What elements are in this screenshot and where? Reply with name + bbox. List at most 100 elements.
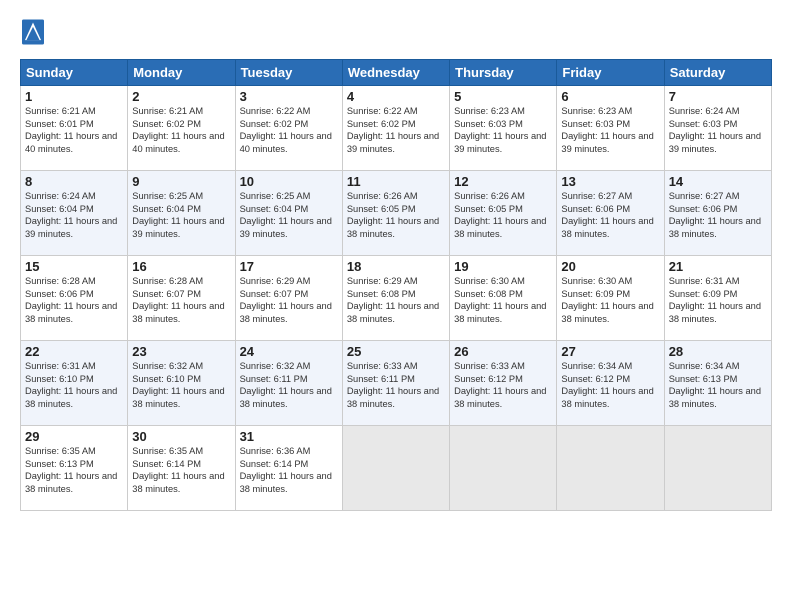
table-row: 26Sunrise: 6:33 AMSunset: 6:12 PMDayligh… [450,341,557,426]
day-info: Sunrise: 6:22 AMSunset: 6:02 PMDaylight:… [347,106,439,154]
table-row: 20Sunrise: 6:30 AMSunset: 6:09 PMDayligh… [557,256,664,341]
day-number: 28 [669,344,767,359]
day-number: 17 [240,259,338,274]
calendar-week-2: 8 Sunrise: 6:24 AMSunset: 6:04 PMDaylight… [21,171,772,256]
day-info: Sunrise: 6:32 AMSunset: 6:10 PMDaylight:… [132,361,224,409]
table-row: 27 Sunrise: 6:34 AMSunset: 6:12 PMDayligh… [557,341,664,426]
day-number: 25 [347,344,445,359]
table-row [664,426,771,511]
day-header-wednesday: Wednesday [342,60,449,86]
table-row: 15Sunrise: 6:28 AMSunset: 6:06 PMDayligh… [21,256,128,341]
day-info: Sunrise: 6:24 AMSunset: 6:03 PMDaylight:… [669,106,761,154]
day-header-tuesday: Tuesday [235,60,342,86]
table-row: 10Sunrise: 6:25 AMSunset: 6:04 PMDayligh… [235,171,342,256]
calendar-week-1: 1 Sunrise: 6:21 AMSunset: 6:01 PMDaylight… [21,86,772,171]
day-info: Sunrise: 6:22 AMSunset: 6:02 PMDaylight:… [240,106,332,154]
page: SundayMondayTuesdayWednesdayThursdayFrid… [0,0,792,612]
table-row: 1 Sunrise: 6:21 AMSunset: 6:01 PMDaylight… [21,86,128,171]
table-row: 22 Sunrise: 6:31 AMSunset: 6:10 PMDayligh… [21,341,128,426]
day-info: Sunrise: 6:26 AMSunset: 6:05 PMDaylight:… [347,191,439,239]
table-row: 2 Sunrise: 6:21 AMSunset: 6:02 PMDaylight… [128,86,235,171]
table-row: 7Sunrise: 6:24 AMSunset: 6:03 PMDaylight… [664,86,771,171]
day-number: 29 [25,429,123,444]
day-info: Sunrise: 6:23 AMSunset: 6:03 PMDaylight:… [454,106,546,154]
day-number: 14 [669,174,767,189]
table-row: 3 Sunrise: 6:22 AMSunset: 6:02 PMDaylight… [235,86,342,171]
table-row [450,426,557,511]
table-row [342,426,449,511]
day-info: Sunrise: 6:28 AMSunset: 6:07 PMDaylight:… [132,276,224,324]
day-info: Sunrise: 6:25 AMSunset: 6:04 PMDaylight:… [132,191,224,239]
table-row: 11 Sunrise: 6:26 AMSunset: 6:05 PMDayligh… [342,171,449,256]
calendar: SundayMondayTuesdayWednesdayThursdayFrid… [20,59,772,511]
day-info: Sunrise: 6:35 AMSunset: 6:14 PMDaylight:… [132,446,224,494]
day-number: 22 [25,344,123,359]
day-info: Sunrise: 6:25 AMSunset: 6:04 PMDaylight:… [240,191,332,239]
day-number: 21 [669,259,767,274]
table-row: 13Sunrise: 6:27 AMSunset: 6:06 PMDayligh… [557,171,664,256]
table-row: 14 Sunrise: 6:27 AMSunset: 6:06 PMDayligh… [664,171,771,256]
day-info: Sunrise: 6:34 AMSunset: 6:12 PMDaylight:… [561,361,653,409]
table-row: 6Sunrise: 6:23 AMSunset: 6:03 PMDaylight… [557,86,664,171]
day-number: 24 [240,344,338,359]
day-header-monday: Monday [128,60,235,86]
day-info: Sunrise: 6:30 AMSunset: 6:08 PMDaylight:… [454,276,546,324]
table-row: 29 Sunrise: 6:35 AMSunset: 6:13 PMDayligh… [21,426,128,511]
table-row: 23 Sunrise: 6:32 AMSunset: 6:10 PMDayligh… [128,341,235,426]
day-info: Sunrise: 6:28 AMSunset: 6:06 PMDaylight:… [25,276,117,324]
day-number: 12 [454,174,552,189]
day-number: 3 [240,89,338,104]
table-row: 31 Sunrise: 6:36 AMSunset: 6:14 PMDayligh… [235,426,342,511]
day-info: Sunrise: 6:21 AMSunset: 6:02 PMDaylight:… [132,106,224,154]
day-info: Sunrise: 6:21 AMSunset: 6:01 PMDaylight:… [25,106,117,154]
day-number: 16 [132,259,230,274]
day-number: 9 [132,174,230,189]
day-info: Sunrise: 6:26 AMSunset: 6:05 PMDaylight:… [454,191,546,239]
day-number: 13 [561,174,659,189]
day-number: 19 [454,259,552,274]
day-info: Sunrise: 6:33 AMSunset: 6:11 PMDaylight:… [347,361,439,409]
day-info: Sunrise: 6:24 AMSunset: 6:04 PMDaylight:… [25,191,117,239]
day-number: 8 [25,174,123,189]
day-header-saturday: Saturday [664,60,771,86]
day-info: Sunrise: 6:35 AMSunset: 6:13 PMDaylight:… [25,446,117,494]
table-row: 25 Sunrise: 6:33 AMSunset: 6:11 PMDayligh… [342,341,449,426]
table-row: 19 Sunrise: 6:30 AMSunset: 6:08 PMDayligh… [450,256,557,341]
day-number: 30 [132,429,230,444]
day-number: 18 [347,259,445,274]
day-number: 1 [25,89,123,104]
day-number: 31 [240,429,338,444]
calendar-week-5: 29 Sunrise: 6:35 AMSunset: 6:13 PMDayligh… [21,426,772,511]
day-info: Sunrise: 6:29 AMSunset: 6:07 PMDaylight:… [240,276,332,324]
table-row [557,426,664,511]
logo [20,18,48,51]
table-row: 21 Sunrise: 6:31 AMSunset: 6:09 PMDayligh… [664,256,771,341]
table-row: 16 Sunrise: 6:28 AMSunset: 6:07 PMDayligh… [128,256,235,341]
day-info: Sunrise: 6:29 AMSunset: 6:08 PMDaylight:… [347,276,439,324]
table-row: 17 Sunrise: 6:29 AMSunset: 6:07 PMDayligh… [235,256,342,341]
day-info: Sunrise: 6:27 AMSunset: 6:06 PMDaylight:… [669,191,761,239]
calendar-body: 1 Sunrise: 6:21 AMSunset: 6:01 PMDaylight… [21,86,772,511]
table-row: 5 Sunrise: 6:23 AMSunset: 6:03 PMDaylight… [450,86,557,171]
day-number: 5 [454,89,552,104]
day-info: Sunrise: 6:33 AMSunset: 6:12 PMDaylight:… [454,361,546,409]
calendar-week-3: 15Sunrise: 6:28 AMSunset: 6:06 PMDayligh… [21,256,772,341]
day-info: Sunrise: 6:31 AMSunset: 6:09 PMDaylight:… [669,276,761,324]
day-number: 4 [347,89,445,104]
day-number: 2 [132,89,230,104]
calendar-week-4: 22 Sunrise: 6:31 AMSunset: 6:10 PMDayligh… [21,341,772,426]
table-row: 12 Sunrise: 6:26 AMSunset: 6:05 PMDayligh… [450,171,557,256]
day-info: Sunrise: 6:31 AMSunset: 6:10 PMDaylight:… [25,361,117,409]
day-header-friday: Friday [557,60,664,86]
table-row: 18 Sunrise: 6:29 AMSunset: 6:08 PMDayligh… [342,256,449,341]
day-header-sunday: Sunday [21,60,128,86]
day-of-week-row: SundayMondayTuesdayWednesdayThursdayFrid… [21,60,772,86]
day-info: Sunrise: 6:23 AMSunset: 6:03 PMDaylight:… [561,106,653,154]
header [20,18,772,51]
day-info: Sunrise: 6:36 AMSunset: 6:14 PMDaylight:… [240,446,332,494]
day-info: Sunrise: 6:30 AMSunset: 6:09 PMDaylight:… [561,276,653,324]
day-number: 23 [132,344,230,359]
day-info: Sunrise: 6:34 AMSunset: 6:13 PMDaylight:… [669,361,761,409]
day-number: 11 [347,174,445,189]
day-number: 27 [561,344,659,359]
